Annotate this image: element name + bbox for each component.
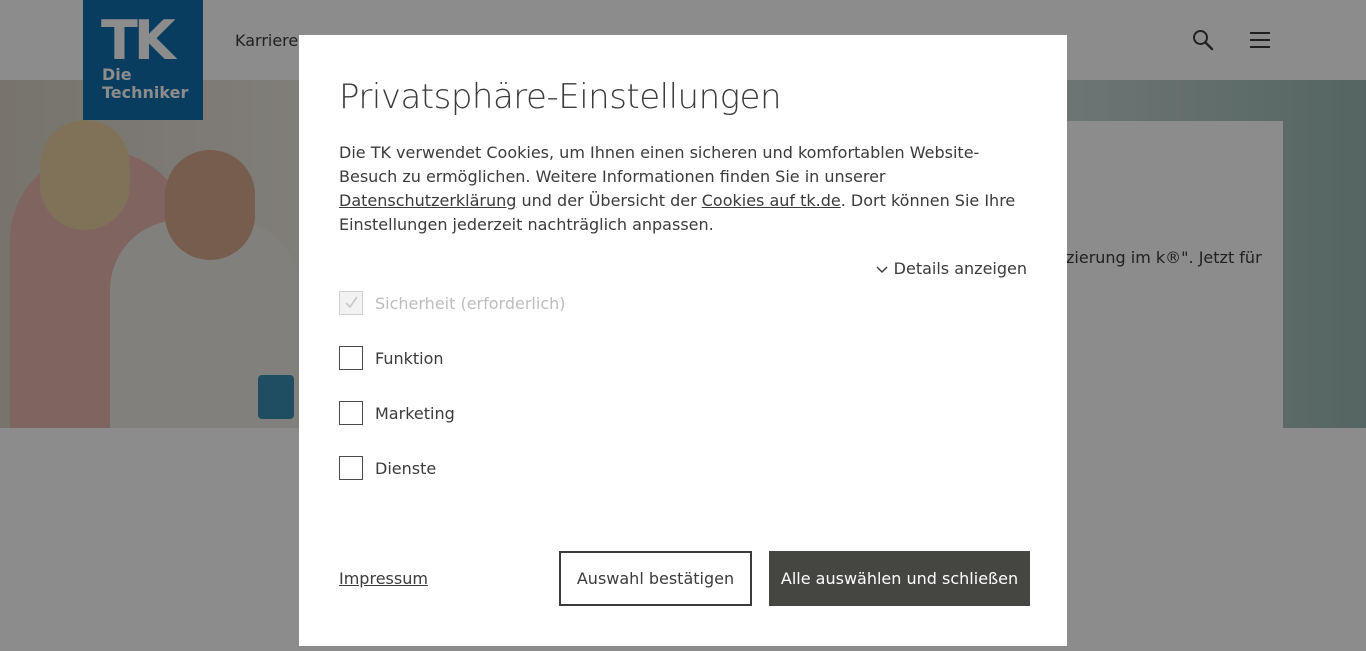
details-toggle[interactable]: Details anzeigen: [876, 259, 1027, 278]
checkbox-funktion[interactable]: [339, 346, 363, 370]
privacy-settings-dialog: Privatsphäre-Einstellungen Die TK verwen…: [299, 35, 1067, 646]
option-marketing[interactable]: Marketing: [339, 401, 455, 425]
checkmark-icon: [345, 296, 358, 309]
details-toggle-label: Details anzeigen: [893, 259, 1027, 278]
dialog-title: Privatsphäre-Einstellungen: [339, 77, 782, 117]
option-label: Sicherheit (erforderlich): [375, 293, 566, 313]
privacy-policy-link[interactable]: Datenschutzerklärung: [339, 191, 516, 210]
option-sicherheit: Sicherheit (erforderlich): [339, 291, 566, 315]
option-dienste[interactable]: Dienste: [339, 456, 436, 480]
checkbox-dienste[interactable]: [339, 456, 363, 480]
impressum-link[interactable]: Impressum: [339, 569, 428, 588]
confirm-selection-button[interactable]: Auswahl bestätigen: [559, 551, 752, 606]
option-label: Marketing: [375, 403, 455, 423]
chevron-down-icon: [876, 266, 888, 273]
dialog-intro: Die TK verwendet Cookies, um Ihnen einen…: [339, 143, 1016, 234]
option-label: Funktion: [375, 348, 444, 368]
checkbox-marketing[interactable]: [339, 401, 363, 425]
checkbox-sicherheit: [339, 291, 363, 315]
option-label: Dienste: [375, 458, 437, 478]
accept-all-button[interactable]: Alle auswählen und schließen: [769, 551, 1030, 606]
option-funktion[interactable]: Funktion: [339, 346, 444, 370]
cookies-overview-link[interactable]: Cookies auf tk.de: [702, 191, 841, 210]
